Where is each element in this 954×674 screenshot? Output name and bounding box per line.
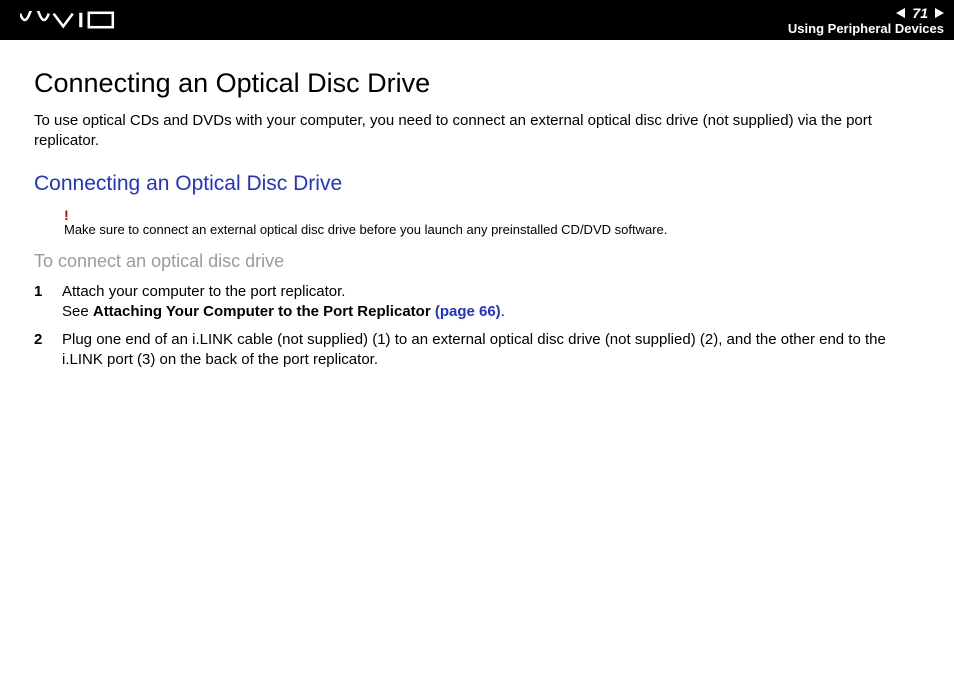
step-see-prefix: See bbox=[62, 303, 93, 320]
step-item: 1 Attach your computer to the port repli… bbox=[34, 282, 920, 323]
vaio-logo bbox=[20, 0, 116, 40]
section-title: Using Peripheral Devices bbox=[788, 21, 944, 36]
page-title: Connecting an Optical Disc Drive bbox=[34, 68, 920, 99]
warning-text: Make sure to connect an external optical… bbox=[64, 222, 920, 237]
header-right: 71 Using Peripheral Devices bbox=[788, 5, 944, 36]
step-number: 2 bbox=[34, 330, 62, 371]
cross-reference-page-link[interactable]: (page 66) bbox=[435, 303, 501, 320]
warning-block: ! Make sure to connect an external optic… bbox=[34, 208, 920, 237]
step-text: Attach your computer to the port replica… bbox=[62, 283, 345, 300]
next-page-arrow-icon[interactable] bbox=[935, 8, 944, 18]
step-item: 2 Plug one end of an i.LINK cable (not s… bbox=[34, 330, 920, 371]
page-content: Connecting an Optical Disc Drive To use … bbox=[0, 40, 954, 371]
step-see-suffix: . bbox=[501, 303, 505, 320]
cross-reference-title: Attaching Your Computer to the Port Repl… bbox=[93, 303, 435, 320]
page-navigation: 71 bbox=[896, 5, 944, 21]
prev-page-arrow-icon[interactable] bbox=[896, 8, 905, 18]
step-body: Plug one end of an i.LINK cable (not sup… bbox=[62, 330, 920, 371]
subsection-title: Connecting an Optical Disc Drive bbox=[34, 172, 920, 196]
intro-paragraph: To use optical CDs and DVDs with your co… bbox=[34, 111, 920, 152]
steps-list: 1 Attach your computer to the port repli… bbox=[34, 282, 920, 371]
step-body: Attach your computer to the port replica… bbox=[62, 282, 920, 323]
page-header: 71 Using Peripheral Devices bbox=[0, 0, 954, 40]
procedure-heading: To connect an optical disc drive bbox=[34, 251, 920, 272]
page-number: 71 bbox=[909, 5, 931, 21]
step-number: 1 bbox=[34, 282, 62, 323]
warning-icon: ! bbox=[64, 208, 920, 222]
